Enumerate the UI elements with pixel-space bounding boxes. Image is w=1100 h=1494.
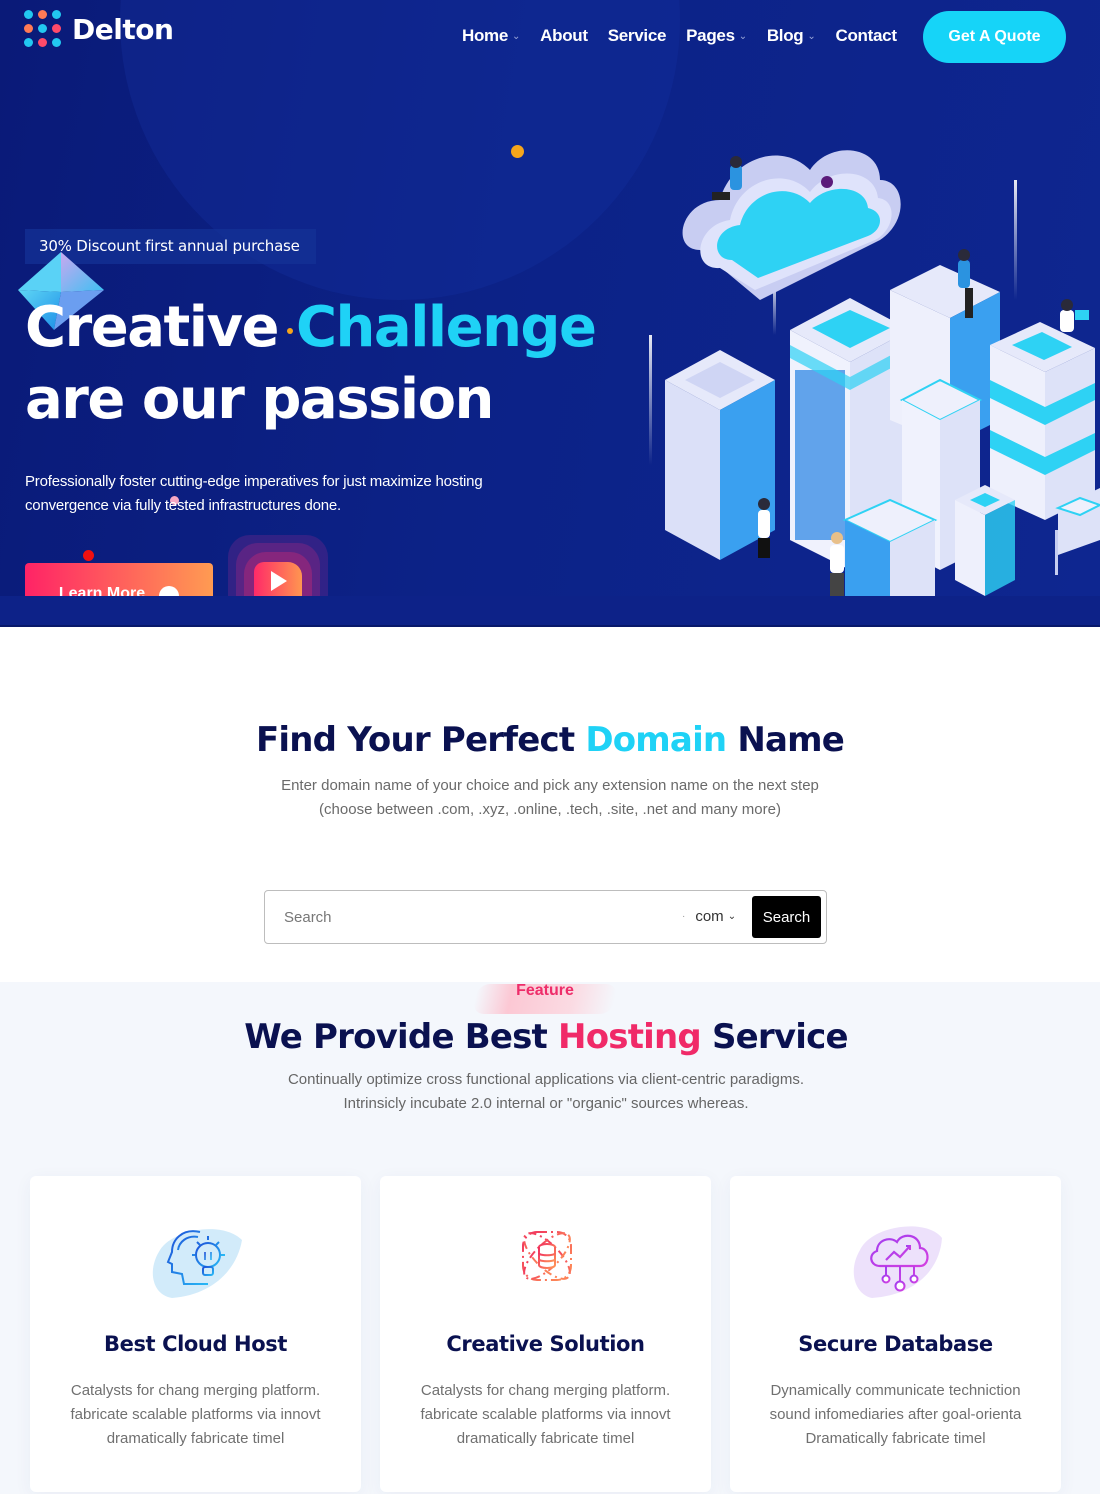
card-text-line: Dynamically communicate techniction — [770, 1382, 1021, 1399]
card-text-line: sound infomediaries after goal-orienta — [769, 1406, 1022, 1423]
decorative-dot — [511, 145, 524, 158]
card-description: Catalysts for chang merging platform. fa… — [400, 1379, 691, 1451]
nav-item-contact[interactable]: Contact — [836, 26, 897, 46]
nav-label: Pages — [686, 26, 735, 45]
feature-card[interactable]: Secure Database Dynamically communicate … — [730, 1176, 1061, 1492]
features-subtitle-line: Intrinsicly incubate 2.0 internal or "or… — [343, 1095, 749, 1112]
card-text-line: Catalysts for chang merging platform. — [70, 1382, 321, 1399]
get-a-quote-button[interactable]: Get A Quote — [923, 11, 1066, 63]
hero-title-accent: Challenge — [295, 295, 597, 360]
separator-dot: · — [682, 911, 686, 922]
nav-item-blog[interactable]: Blog ⌄ — [767, 26, 816, 46]
nav-label: Contact — [835, 26, 897, 45]
features-subtitle: Continually optimize cross functional ap… — [0, 1068, 1092, 1116]
card-description: Dynamically communicate techniction soun… — [750, 1379, 1041, 1451]
hero-description: Professionally foster cutting-edge imper… — [25, 473, 483, 514]
server-tower — [990, 322, 1095, 520]
card-title: Secure Database — [798, 1332, 993, 1356]
domain-subtitle: Enter domain name of your choice and pic… — [0, 774, 1100, 822]
logo-icon — [24, 10, 62, 48]
nav-label: Service — [607, 26, 667, 45]
nav-item-pages[interactable]: Pages ⌄ — [686, 26, 747, 46]
chevron-down-icon: ⌄ — [807, 30, 816, 42]
card-text-line: fabricate scalable platforms via innovt — [420, 1406, 671, 1423]
card-text-line: fabricate scalable platforms via innovt — [70, 1406, 321, 1423]
decorative-dot — [83, 550, 94, 561]
database-orbit-icon — [522, 1231, 572, 1281]
hero-bottom-band — [0, 596, 1100, 627]
chevron-down-icon: ⌄ — [738, 30, 747, 42]
nav-item-about[interactable]: About — [540, 26, 588, 46]
arrow-right-icon: → — [159, 586, 180, 596]
card-text-line: dramatically fabricate timel — [456, 1430, 635, 1447]
learn-more-button[interactable]: Learn More → — [25, 563, 213, 596]
play-icon — [254, 562, 302, 596]
features-section: Feature We Provide Best Hosting Service … — [0, 982, 1100, 1494]
hero-title: Creative Challenge are our passion — [25, 292, 597, 436]
features-title-text: Service — [700, 1017, 849, 1057]
domain-title-text: Name — [726, 720, 845, 760]
domain-search-input[interactable] — [275, 901, 665, 933]
card-title: Creative Solution — [446, 1332, 645, 1356]
hero-title-line2: are our passion — [25, 367, 494, 432]
nav-label: About — [540, 26, 588, 45]
card-title: Best Cloud Host — [104, 1332, 287, 1356]
head-lightbulb-icon — [152, 1229, 242, 1298]
main-nav: Home ⌄ About Service Pages ⌄ Blog ⌄ Cont… — [462, 26, 897, 46]
nav-label: Blog — [766, 26, 804, 45]
chevron-down-icon: ⌄ — [727, 911, 737, 922]
chevron-down-icon: ⌄ — [512, 30, 521, 42]
feature-tag: Feature — [516, 982, 574, 999]
features-title-accent: Hosting — [558, 1017, 702, 1057]
card-text-line: Dramatically fabricate timel — [805, 1430, 986, 1447]
nav-label: Home — [462, 26, 509, 45]
hero-title-text: Creative — [25, 295, 296, 360]
isometric-servers-illustration — [649, 150, 1100, 596]
domain-search-form: · com ⌄ Search — [264, 890, 827, 944]
domain-title-accent: Domain — [585, 720, 727, 760]
hero-section: Delton Home ⌄ About Service Pages ⌄ Blog… — [0, 0, 1100, 627]
features-title-text: We Provide Best — [244, 1017, 559, 1057]
card-text-line: dramatically fabricate timel — [106, 1430, 285, 1447]
domain-title: Find Your Perfect Domain Name — [0, 720, 1100, 760]
feature-card[interactable]: Best Cloud Host Catalysts for chang merg… — [30, 1176, 361, 1492]
features-subtitle-line: Continually optimize cross functional ap… — [287, 1071, 805, 1088]
nav-item-service[interactable]: Service — [607, 26, 667, 46]
nav-item-home[interactable]: Home ⌄ — [462, 26, 520, 46]
feature-card[interactable]: Creative Solution Catalysts for chang me… — [380, 1176, 711, 1492]
features-title: We Provide Best Hosting Service — [0, 1017, 1092, 1057]
brand-logo[interactable]: Delton — [24, 10, 174, 48]
card-description: Catalysts for chang merging platform. fa… — [50, 1379, 341, 1451]
extension-select[interactable]: · com ⌄ — [682, 908, 736, 925]
brand-name: Delton — [72, 12, 174, 46]
cloud-shape — [682, 150, 901, 300]
cloud-network-icon — [853, 1226, 942, 1298]
card-text-line: Catalysts for chang merging platform. — [420, 1382, 671, 1399]
search-button[interactable]: Search — [752, 896, 821, 938]
extension-selected-value: com — [695, 908, 724, 925]
domain-subtitle-line: (choose between .com, .xyz, .online, .te… — [319, 801, 781, 818]
domain-subtitle-line: Enter domain name of your choice and pic… — [281, 777, 819, 794]
domain-search-section: Find Your Perfect Domain Name Enter doma… — [0, 627, 1100, 982]
learn-more-label: Learn More — [58, 585, 146, 596]
server-tower — [955, 485, 1015, 596]
play-video-button[interactable] — [228, 535, 328, 596]
server-tower — [842, 498, 938, 596]
domain-title-text: Find Your Perfect — [255, 720, 586, 760]
